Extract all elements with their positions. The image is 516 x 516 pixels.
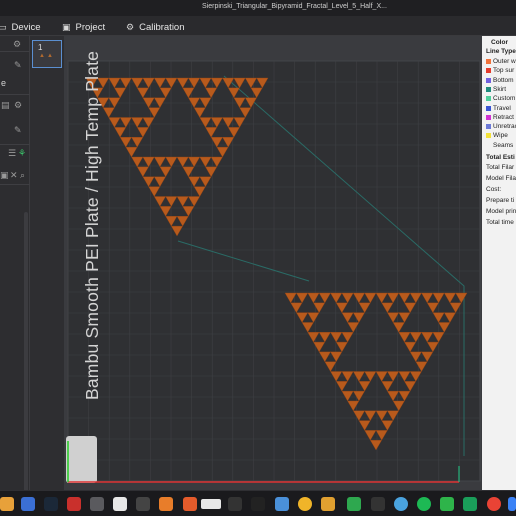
plate-label: Bambu Smooth PEI Plate / High Temp Plate: [82, 50, 102, 400]
top-toolbar: ▭ Device ▣ Project ⚙ Calibration: [0, 16, 516, 36]
left-settings-panel: ⚙ ✎ e ▤ ⚙ ✎ ☰ ⚘ ▣ ✕ ⌕: [0, 36, 30, 512]
gear-icon[interactable]: ⚙: [13, 39, 21, 50]
legend-swatch: [486, 124, 491, 130]
title-bar: Sierpinski_Triangular_Bipyramid_Fractal_…: [0, 0, 516, 16]
build-plate-canvas[interactable]: [64, 36, 482, 490]
legend-swatch: [486, 96, 491, 102]
app-icon[interactable]: [90, 497, 104, 511]
app-icon[interactable]: [136, 497, 150, 511]
legend-swatch: [486, 86, 491, 92]
blender-icon[interactable]: [159, 497, 173, 511]
legend-item: Custom: [493, 95, 516, 103]
totals-line: Model Fila: [486, 175, 516, 182]
plate-grid: [67, 60, 480, 482]
legend-section: Line Type: [486, 48, 516, 55]
calibration-icon: ⚙: [126, 21, 135, 32]
plate-list: 1 ▲▲: [30, 36, 64, 490]
tab-project[interactable]: ▣ Project: [62, 20, 105, 34]
legend-panel: Color Line Type Outer w Top sur Bottom Skir…: [482, 36, 516, 490]
edit-icon[interactable]: ✎: [14, 60, 22, 71]
epic-games-icon[interactable]: [251, 497, 265, 511]
legend-swatch: [486, 77, 491, 83]
tab-calibration[interactable]: ⚙ Calibration: [126, 20, 185, 34]
legend-item: Seams: [493, 141, 514, 149]
legend-item: Top sur: [493, 67, 515, 75]
chrome-icon[interactable]: [487, 497, 501, 511]
panel-label: e: [1, 78, 7, 88]
legend-header[interactable]: Color: [491, 39, 508, 46]
legend-item: Outer w: [493, 58, 516, 65]
bambu-studio-icon[interactable]: [463, 497, 477, 511]
legend-swatch: [486, 114, 491, 120]
save-icon[interactable]: ▣: [0, 170, 9, 181]
app-icon[interactable]: [298, 497, 312, 511]
legend-item: Wipe: [493, 132, 508, 140]
legend-swatch: [486, 59, 491, 64]
scrollbar[interactable]: [24, 212, 28, 512]
tree-icon[interactable]: ⚘: [18, 148, 26, 159]
app-icon[interactable]: [440, 497, 454, 511]
steam-icon[interactable]: [44, 497, 58, 511]
search-icon[interactable]: ⌕: [20, 170, 25, 181]
folder-icon[interactable]: [0, 497, 14, 511]
tab-calibration-label: Calibration: [139, 21, 185, 33]
app-icon[interactable]: [21, 497, 35, 511]
3d-viewport[interactable]: Bambu Smooth PEI Plate / High Temp Plate…: [64, 36, 482, 490]
app-icon[interactable]: [321, 497, 335, 511]
legend-item: Retract: [493, 113, 514, 121]
device-icon: ▭: [0, 21, 7, 32]
tab-project-label: Project: [75, 21, 106, 33]
plate-number: 1: [38, 43, 43, 52]
slicer-app-window: Sierpinski_Triangular_Bipyramid_Fractal_…: [0, 0, 516, 516]
app-icon[interactable]: [394, 497, 408, 511]
os-taskbar: [0, 490, 516, 516]
legend-item: Travel: [493, 104, 511, 112]
app-icon[interactable]: [228, 497, 242, 511]
list-icon[interactable]: ☰: [8, 148, 16, 159]
gear-icon[interactable]: ⚙: [14, 100, 22, 111]
project-icon: ▣: [62, 21, 71, 32]
totals-line: Total Filar: [486, 164, 515, 171]
app-icon[interactable]: [275, 497, 289, 511]
app-icon[interactable]: [508, 497, 516, 511]
divider: [0, 51, 30, 52]
app-icon[interactable]: [347, 497, 361, 511]
window-title: Sierpinski_Triangular_Bipyramid_Fractal_…: [202, 3, 387, 10]
app-icon[interactable]: [371, 497, 385, 511]
divider: [0, 184, 30, 185]
legend-item: Unretrac: [493, 123, 516, 131]
axis-cube: [66, 436, 97, 483]
divider: [0, 144, 30, 145]
tab-device-label: Device: [11, 21, 41, 33]
legend-swatch: [486, 105, 491, 111]
tab-device[interactable]: ▭ Device: [0, 20, 41, 34]
divider: [0, 94, 30, 95]
taskbar-search[interactable]: [201, 499, 221, 509]
legend-swatch: [486, 142, 491, 148]
totals-line: Cost:: [486, 186, 502, 193]
totals-line: Prepare ti: [486, 197, 515, 204]
plate-thumbnail[interactable]: 1 ▲▲: [32, 40, 62, 68]
legend-item: Skirt: [493, 85, 506, 93]
legend-swatch: [486, 68, 491, 74]
thumbnail-preview-icon: ▲▲: [39, 53, 55, 59]
printer-icon[interactable]: ▤: [1, 100, 10, 111]
legend-item: Bottom: [493, 76, 514, 84]
close-icon[interactable]: ✕: [10, 170, 18, 181]
fusion-icon[interactable]: [183, 497, 197, 511]
totals-line: Total time: [486, 219, 514, 226]
app-icon[interactable]: [113, 497, 127, 511]
edit-icon[interactable]: ✎: [14, 125, 22, 136]
legend-swatch: [486, 133, 491, 139]
totals-title: Total Esti: [486, 154, 515, 161]
app-icon[interactable]: [67, 497, 81, 511]
totals-line: Model prin: [486, 208, 516, 215]
spotify-icon[interactable]: [417, 497, 431, 511]
